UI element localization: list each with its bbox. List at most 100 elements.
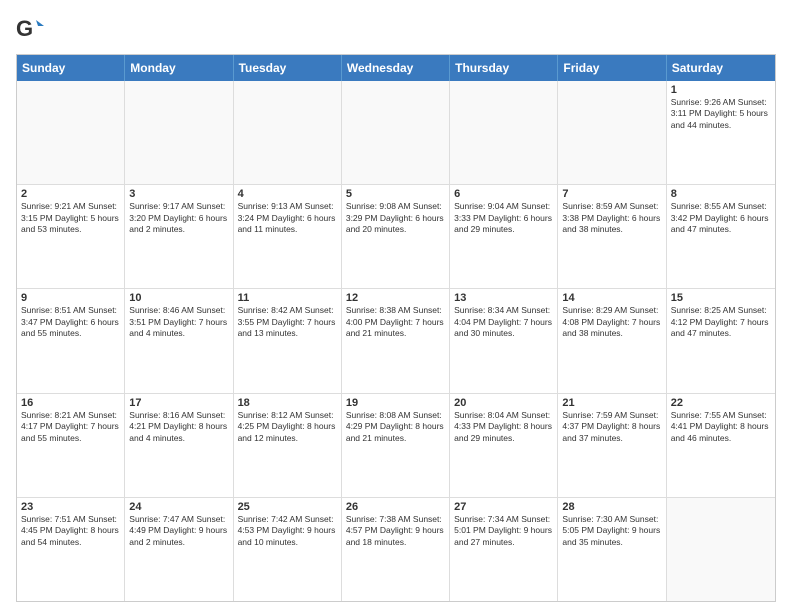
calendar-cell: 1Sunrise: 9:26 AM Sunset: 3:11 PM Daylig… <box>667 81 775 184</box>
calendar-cell: 2Sunrise: 9:21 AM Sunset: 3:15 PM Daylig… <box>17 185 125 288</box>
day-number: 19 <box>346 397 445 409</box>
day-info: Sunrise: 8:34 AM Sunset: 4:04 PM Dayligh… <box>454 305 553 339</box>
calendar-cell <box>342 81 450 184</box>
day-number: 11 <box>238 292 337 304</box>
calendar-cell <box>558 81 666 184</box>
day-number: 8 <box>671 188 771 200</box>
calendar-cell: 9Sunrise: 8:51 AM Sunset: 3:47 PM Daylig… <box>17 289 125 392</box>
day-info: Sunrise: 9:04 AM Sunset: 3:33 PM Dayligh… <box>454 201 553 235</box>
day-info: Sunrise: 8:46 AM Sunset: 3:51 PM Dayligh… <box>129 305 228 339</box>
day-number: 16 <box>21 397 120 409</box>
day-number: 6 <box>454 188 553 200</box>
calendar-cell <box>450 81 558 184</box>
calendar-cell <box>17 81 125 184</box>
calendar-row: 23Sunrise: 7:51 AM Sunset: 4:45 PM Dayli… <box>17 498 775 601</box>
day-info: Sunrise: 8:29 AM Sunset: 4:08 PM Dayligh… <box>562 305 661 339</box>
day-number: 25 <box>238 501 337 513</box>
calendar-header: SundayMondayTuesdayWednesdayThursdayFrid… <box>17 55 775 81</box>
day-number: 22 <box>671 397 771 409</box>
day-number: 7 <box>562 188 661 200</box>
calendar-cell: 10Sunrise: 8:46 AM Sunset: 3:51 PM Dayli… <box>125 289 233 392</box>
day-info: Sunrise: 7:59 AM Sunset: 4:37 PM Dayligh… <box>562 410 661 444</box>
day-info: Sunrise: 8:55 AM Sunset: 3:42 PM Dayligh… <box>671 201 771 235</box>
calendar-row: 1Sunrise: 9:26 AM Sunset: 3:11 PM Daylig… <box>17 81 775 185</box>
day-info: Sunrise: 7:38 AM Sunset: 4:57 PM Dayligh… <box>346 514 445 548</box>
day-number: 12 <box>346 292 445 304</box>
calendar-cell: 24Sunrise: 7:47 AM Sunset: 4:49 PM Dayli… <box>125 498 233 601</box>
calendar-cell: 7Sunrise: 8:59 AM Sunset: 3:38 PM Daylig… <box>558 185 666 288</box>
calendar-cell <box>125 81 233 184</box>
calendar-cell: 3Sunrise: 9:17 AM Sunset: 3:20 PM Daylig… <box>125 185 233 288</box>
weekday-header: Wednesday <box>342 55 450 81</box>
calendar-cell: 8Sunrise: 8:55 AM Sunset: 3:42 PM Daylig… <box>667 185 775 288</box>
calendar-cell: 5Sunrise: 9:08 AM Sunset: 3:29 PM Daylig… <box>342 185 450 288</box>
day-info: Sunrise: 7:51 AM Sunset: 4:45 PM Dayligh… <box>21 514 120 548</box>
calendar-cell: 18Sunrise: 8:12 AM Sunset: 4:25 PM Dayli… <box>234 394 342 497</box>
day-number: 14 <box>562 292 661 304</box>
calendar-cell: 20Sunrise: 8:04 AM Sunset: 4:33 PM Dayli… <box>450 394 558 497</box>
logo-icon: G <box>16 16 44 44</box>
day-info: Sunrise: 8:16 AM Sunset: 4:21 PM Dayligh… <box>129 410 228 444</box>
calendar-row: 9Sunrise: 8:51 AM Sunset: 3:47 PM Daylig… <box>17 289 775 393</box>
day-number: 23 <box>21 501 120 513</box>
day-info: Sunrise: 8:59 AM Sunset: 3:38 PM Dayligh… <box>562 201 661 235</box>
day-number: 28 <box>562 501 661 513</box>
day-info: Sunrise: 9:13 AM Sunset: 3:24 PM Dayligh… <box>238 201 337 235</box>
day-info: Sunrise: 8:25 AM Sunset: 4:12 PM Dayligh… <box>671 305 771 339</box>
calendar-cell: 27Sunrise: 7:34 AM Sunset: 5:01 PM Dayli… <box>450 498 558 601</box>
day-info: Sunrise: 8:12 AM Sunset: 4:25 PM Dayligh… <box>238 410 337 444</box>
svg-text:G: G <box>16 16 33 41</box>
day-number: 10 <box>129 292 228 304</box>
day-info: Sunrise: 7:47 AM Sunset: 4:49 PM Dayligh… <box>129 514 228 548</box>
day-number: 17 <box>129 397 228 409</box>
page-header: G <box>16 16 776 44</box>
calendar-cell: 25Sunrise: 7:42 AM Sunset: 4:53 PM Dayli… <box>234 498 342 601</box>
day-number: 9 <box>21 292 120 304</box>
calendar-cell: 17Sunrise: 8:16 AM Sunset: 4:21 PM Dayli… <box>125 394 233 497</box>
day-number: 18 <box>238 397 337 409</box>
calendar-cell: 4Sunrise: 9:13 AM Sunset: 3:24 PM Daylig… <box>234 185 342 288</box>
day-info: Sunrise: 9:21 AM Sunset: 3:15 PM Dayligh… <box>21 201 120 235</box>
calendar-cell: 12Sunrise: 8:38 AM Sunset: 4:00 PM Dayli… <box>342 289 450 392</box>
weekday-header: Saturday <box>667 55 775 81</box>
day-number: 3 <box>129 188 228 200</box>
day-number: 21 <box>562 397 661 409</box>
calendar-body: 1Sunrise: 9:26 AM Sunset: 3:11 PM Daylig… <box>17 81 775 601</box>
day-number: 4 <box>238 188 337 200</box>
day-number: 20 <box>454 397 553 409</box>
day-info: Sunrise: 8:38 AM Sunset: 4:00 PM Dayligh… <box>346 305 445 339</box>
calendar-cell <box>234 81 342 184</box>
day-number: 2 <box>21 188 120 200</box>
day-number: 24 <box>129 501 228 513</box>
calendar-cell: 16Sunrise: 8:21 AM Sunset: 4:17 PM Dayli… <box>17 394 125 497</box>
day-info: Sunrise: 7:34 AM Sunset: 5:01 PM Dayligh… <box>454 514 553 548</box>
weekday-header: Thursday <box>450 55 558 81</box>
calendar-cell: 15Sunrise: 8:25 AM Sunset: 4:12 PM Dayli… <box>667 289 775 392</box>
day-info: Sunrise: 8:04 AM Sunset: 4:33 PM Dayligh… <box>454 410 553 444</box>
weekday-header: Sunday <box>17 55 125 81</box>
calendar-cell: 23Sunrise: 7:51 AM Sunset: 4:45 PM Dayli… <box>17 498 125 601</box>
calendar-cell: 14Sunrise: 8:29 AM Sunset: 4:08 PM Dayli… <box>558 289 666 392</box>
day-info: Sunrise: 8:42 AM Sunset: 3:55 PM Dayligh… <box>238 305 337 339</box>
calendar-cell: 19Sunrise: 8:08 AM Sunset: 4:29 PM Dayli… <box>342 394 450 497</box>
day-number: 1 <box>671 84 771 96</box>
calendar-cell: 26Sunrise: 7:38 AM Sunset: 4:57 PM Dayli… <box>342 498 450 601</box>
day-info: Sunrise: 7:42 AM Sunset: 4:53 PM Dayligh… <box>238 514 337 548</box>
calendar-row: 2Sunrise: 9:21 AM Sunset: 3:15 PM Daylig… <box>17 185 775 289</box>
day-info: Sunrise: 7:55 AM Sunset: 4:41 PM Dayligh… <box>671 410 771 444</box>
calendar-row: 16Sunrise: 8:21 AM Sunset: 4:17 PM Dayli… <box>17 394 775 498</box>
calendar-cell: 21Sunrise: 7:59 AM Sunset: 4:37 PM Dayli… <box>558 394 666 497</box>
day-info: Sunrise: 8:21 AM Sunset: 4:17 PM Dayligh… <box>21 410 120 444</box>
day-info: Sunrise: 8:08 AM Sunset: 4:29 PM Dayligh… <box>346 410 445 444</box>
logo: G <box>16 16 48 44</box>
day-number: 26 <box>346 501 445 513</box>
calendar-cell: 22Sunrise: 7:55 AM Sunset: 4:41 PM Dayli… <box>667 394 775 497</box>
calendar: SundayMondayTuesdayWednesdayThursdayFrid… <box>16 54 776 602</box>
day-number: 15 <box>671 292 771 304</box>
calendar-cell: 6Sunrise: 9:04 AM Sunset: 3:33 PM Daylig… <box>450 185 558 288</box>
calendar-cell: 28Sunrise: 7:30 AM Sunset: 5:05 PM Dayli… <box>558 498 666 601</box>
day-info: Sunrise: 9:08 AM Sunset: 3:29 PM Dayligh… <box>346 201 445 235</box>
day-number: 13 <box>454 292 553 304</box>
calendar-cell <box>667 498 775 601</box>
weekday-header: Tuesday <box>234 55 342 81</box>
